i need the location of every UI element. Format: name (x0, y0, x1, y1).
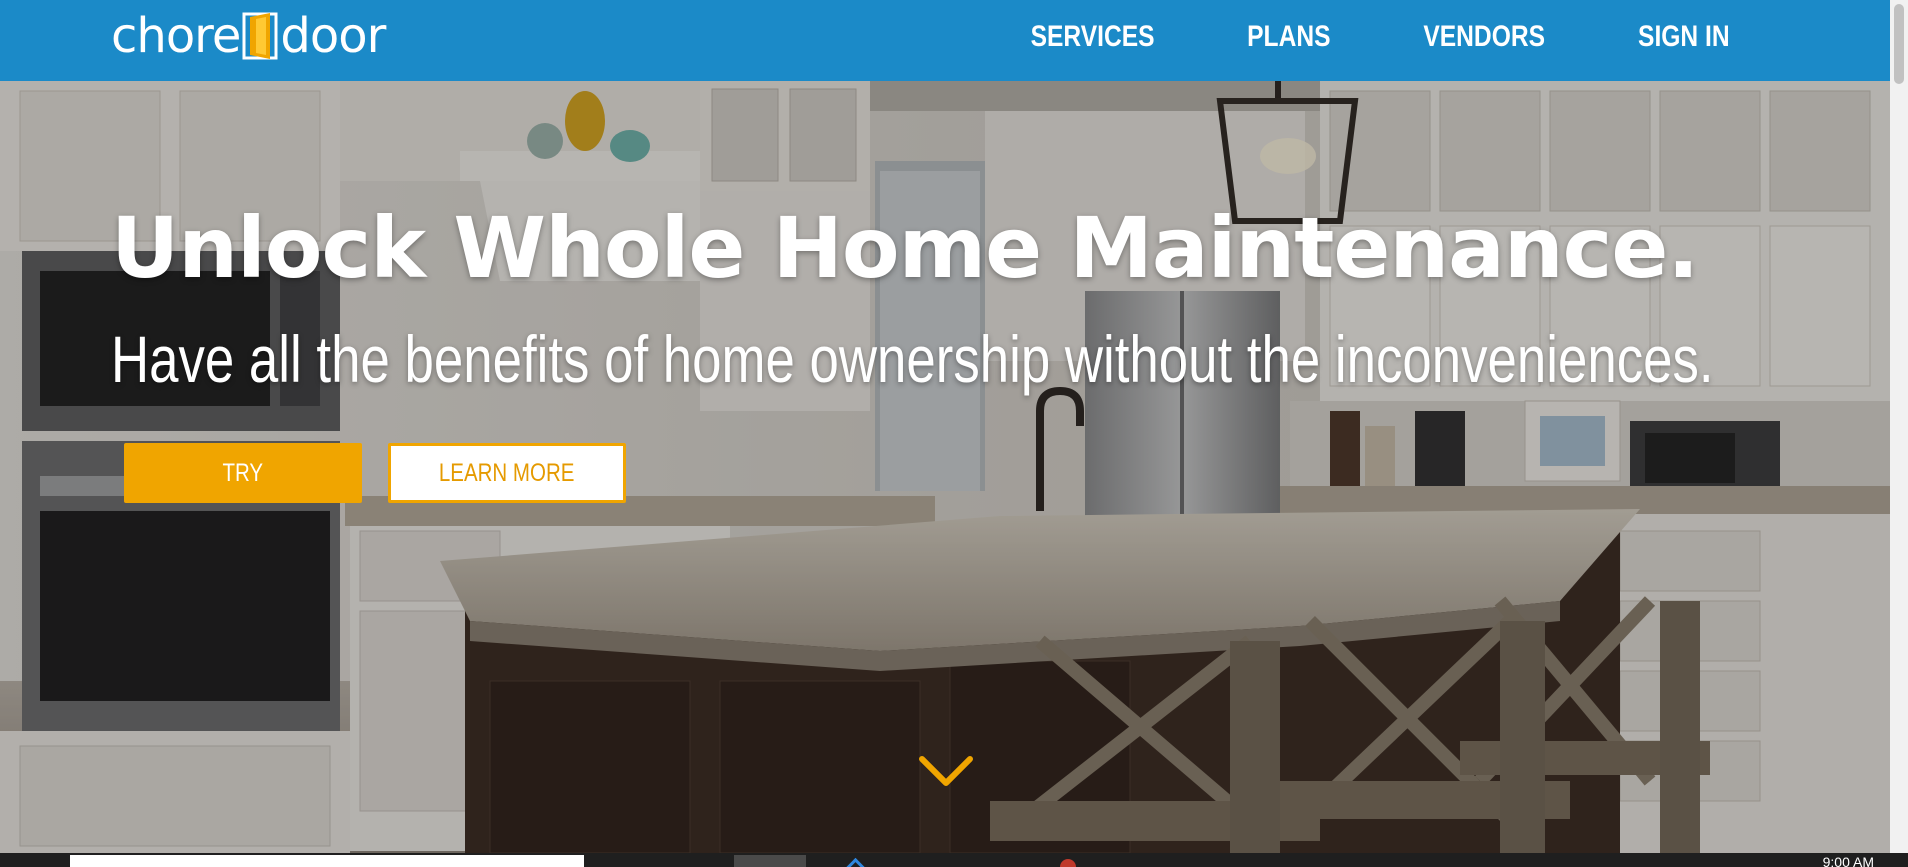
vertical-scrollbar[interactable] (1890, 0, 1908, 853)
chore-door-logo[interactable]: chore door (111, 8, 386, 64)
site-header: chore door SERVICES PLANS VENDORS SIGN I… (0, 0, 1890, 81)
nav-vendors[interactable]: VENDORS (1423, 20, 1545, 54)
page: chore door SERVICES PLANS VENDORS SIGN I… (0, 0, 1908, 867)
taskbar-app-icon-red[interactable] (1060, 859, 1076, 867)
taskbar-search-box[interactable] (70, 855, 584, 867)
learn-more-button-label: LEARN MORE (439, 458, 575, 487)
taskbar-app-item[interactable] (734, 855, 806, 867)
main-nav: SERVICES PLANS VENDORS SIGN IN (1017, 0, 1740, 74)
nav-plans[interactable]: PLANS (1247, 20, 1330, 54)
taskbar-app-icon[interactable] (844, 857, 867, 867)
try-button[interactable]: TRY (124, 443, 362, 503)
door-icon (242, 11, 278, 61)
hero-section: Unlock Whole Home Maintenance. Have all … (0, 81, 1890, 853)
logo-text-door: door (280, 8, 386, 64)
nav-services[interactable]: SERVICES (1031, 20, 1155, 54)
logo-text-chore: chore (111, 8, 241, 64)
chevron-down-icon[interactable] (918, 753, 974, 789)
scrollbar-thumb[interactable] (1894, 4, 1904, 84)
hero-title: Unlock Whole Home Maintenance. (111, 199, 1699, 297)
taskbar-clock[interactable]: 9:00 AM (1823, 853, 1874, 867)
try-button-label: TRY (222, 458, 264, 487)
hero-subtitle: Have all the benefits of home ownership … (111, 322, 1714, 396)
nav-sign-in[interactable]: SIGN IN (1638, 20, 1730, 54)
learn-more-button[interactable]: LEARN MORE (388, 443, 626, 503)
os-taskbar: 9:00 AM (0, 853, 1908, 867)
